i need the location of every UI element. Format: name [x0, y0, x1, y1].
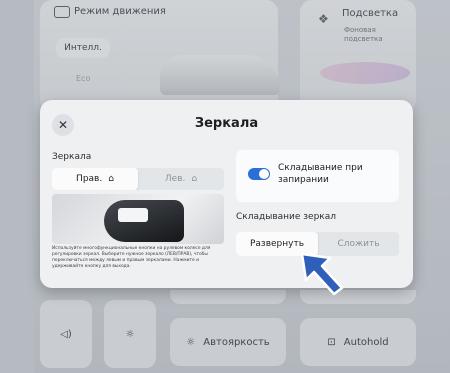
fold-on-lock-label: Складывание при запирании	[278, 163, 363, 185]
fold-on-lock-card: Складывание при запирании	[236, 150, 399, 202]
mirror-right-option[interactable]: Прав. ⌂	[52, 168, 138, 190]
dialog-title: Зеркала	[194, 116, 259, 131]
mirror-button-image	[118, 208, 148, 222]
mirror-right-icon: ⌂	[108, 174, 114, 184]
mirror-control-illustration	[52, 194, 224, 244]
instruction-note: Используйте многофункциональные кнопки н…	[52, 246, 211, 269]
mirror-left-icon: ⌂	[191, 174, 198, 184]
mirror-left-label: Лев.	[164, 174, 186, 184]
mirror-selector: Прав. ⌂ Лев. ⌂	[52, 168, 224, 190]
folding-section-label: Складывание зеркал	[236, 212, 337, 222]
pointer-arrow-icon	[300, 252, 344, 296]
mirrors-dialog: ✕ Зеркала Зеркала Прав. ⌂ Лев. ⌂ Складыв…	[40, 100, 413, 288]
mirror-right-label: Прав.	[76, 174, 103, 184]
mirror-left-option[interactable]: Лев. ⌂	[138, 168, 224, 190]
mirrors-section-label: Зеркала	[52, 152, 92, 162]
fold-on-lock-toggle[interactable]	[248, 168, 270, 180]
